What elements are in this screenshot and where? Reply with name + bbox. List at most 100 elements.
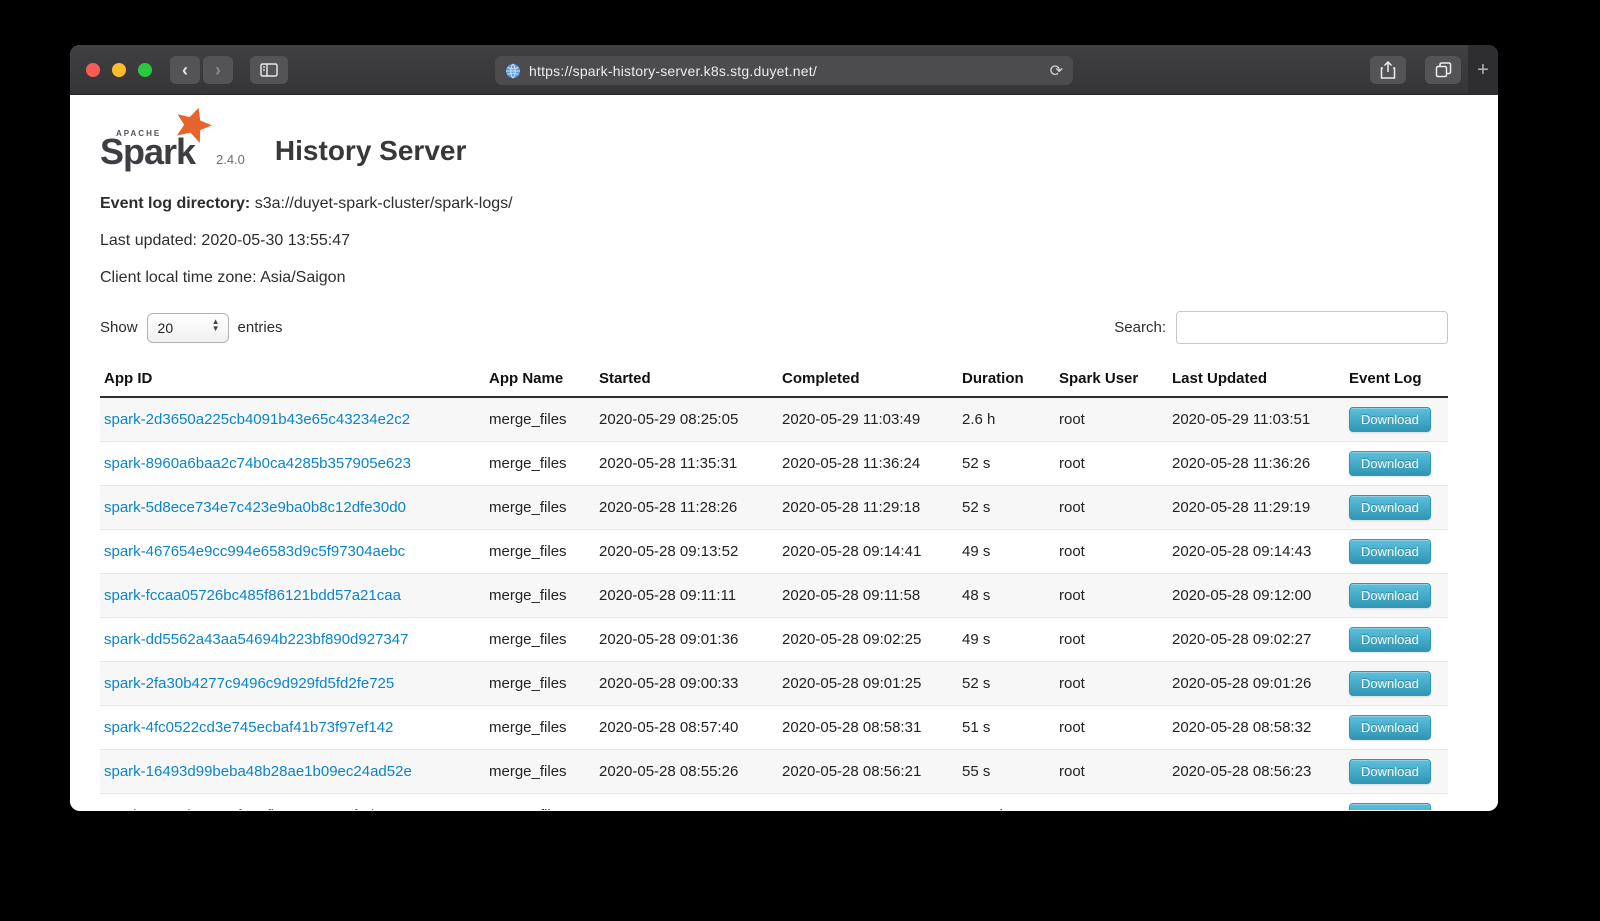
download-button[interactable]: Download (1349, 539, 1431, 564)
event-log-cell: Download (1345, 486, 1448, 530)
event-log-directory-value: s3a://duyet-spark-cluster/spark-logs/ (255, 195, 513, 212)
app-id-cell: spark-fccaa05726bc485f86121bdd57a21caa (100, 574, 485, 618)
started-cell: 2020-05-28 09:01:36 (595, 618, 778, 662)
entries-select[interactable]: 20 ▲▼ (147, 313, 229, 343)
url-text: https://spark-history-server.k8s.stg.duy… (529, 63, 817, 79)
column-header-spark-user[interactable]: Spark User (1055, 361, 1168, 397)
completed-cell: 2020-05-28 08:58:31 (778, 706, 958, 750)
table-row: spark-8960a6baa2c74b0ca4285b357905e623me… (100, 442, 1448, 486)
show-entries-group: Show 20 ▲▼ entries (100, 313, 283, 343)
download-button[interactable]: Download (1349, 759, 1431, 784)
address-bar[interactable]: https://spark-history-server.k8s.stg.duy… (495, 56, 1073, 85)
app-id-link[interactable]: spark-2fa30b4277c9496c9d929fd5fd2fe725 (104, 675, 394, 692)
completed-cell: 2020-05-28 09:14:41 (778, 530, 958, 574)
event-log-cell: Download (1345, 574, 1448, 618)
zoom-window-button[interactable] (138, 63, 152, 77)
updated-cell: 2020-05-28 09:01:26 (1168, 662, 1345, 706)
completed-cell: 2020-05-28 09:02:25 (778, 618, 958, 662)
spark-logo: APACHE Spark (100, 113, 202, 171)
event-log-cell: Download (1345, 794, 1448, 811)
table-row: spark-dd5562a43aa54694b223bf890d927347me… (100, 618, 1448, 662)
forward-button[interactable]: › (203, 56, 233, 84)
event-log-cell: Download (1345, 662, 1448, 706)
completed-cell: 2020-05-28 11:29:18 (778, 486, 958, 530)
app-id-cell: spark-467654e9cc994e6583d9c5f97304aebc (100, 530, 485, 574)
app-id-link[interactable]: spark-16493d99beba48b28ae1b09ec24ad52e (104, 763, 412, 780)
page-title: History Server (275, 135, 466, 171)
share-icon (1380, 61, 1396, 79)
app-id-link[interactable]: spark-2d3650a225cb4091b43e65c43234e2c2 (104, 411, 410, 428)
user-cell: root (1055, 397, 1168, 442)
tab-overview-button[interactable] (1425, 56, 1461, 84)
column-header-started[interactable]: Started (595, 361, 778, 397)
name-cell: merge_files (485, 662, 595, 706)
event-log-cell: Download (1345, 530, 1448, 574)
share-button[interactable] (1370, 56, 1406, 84)
app-id-link[interactable]: spark-467654e9cc994e6583d9c5f97304aebc (104, 543, 405, 560)
column-header-app-name[interactable]: App Name (485, 361, 595, 397)
search-input[interactable] (1176, 311, 1448, 344)
name-cell: merge_files (485, 794, 595, 811)
new-tab-button[interactable]: + (1468, 45, 1498, 95)
download-button[interactable]: Download (1349, 715, 1431, 740)
app-id-link[interactable]: spark-4fc0522cd3e745ecbaf41b73f97ef142 (104, 719, 393, 736)
column-header-completed[interactable]: Completed (778, 361, 958, 397)
name-cell: merge_files (485, 397, 595, 442)
spark-star-icon (172, 105, 214, 145)
app-id-cell: spark-16493d99beba48b28ae1b09ec24ad52e (100, 750, 485, 794)
app-id-cell: spark-2fa30b4277c9496c9d929fd5fd2fe725 (100, 662, 485, 706)
name-cell: merge_files (485, 530, 595, 574)
column-header-duration[interactable]: Duration (958, 361, 1055, 397)
updated-cell: 2020-05-28 08:55:30 (1168, 794, 1345, 811)
minimize-window-button[interactable] (112, 63, 126, 77)
started-cell: 2020-05-28 09:11:11 (595, 574, 778, 618)
download-button[interactable]: Download (1349, 803, 1431, 810)
table-row: spark-467654e9cc994e6583d9c5f97304aebc me… (100, 530, 1448, 574)
download-button[interactable]: Download (1349, 627, 1431, 652)
download-button[interactable]: Download (1349, 671, 1431, 696)
updated-cell: 2020-05-29 11:03:51 (1168, 397, 1345, 442)
app-id-link[interactable]: spark-8960a6baa2c74b0ca4285b357905e623 (104, 455, 411, 472)
app-id-link[interactable]: spark-dd5562a43aa54694b223bf890d927347 (104, 631, 408, 648)
entries-suffix-label: entries (238, 319, 283, 336)
download-button[interactable]: Download (1349, 407, 1431, 432)
column-header-app-id[interactable]: App ID (100, 361, 485, 397)
duration-cell: 51 s (958, 706, 1055, 750)
started-cell: 2020-05-28 11:28:26 (595, 486, 778, 530)
app-id-link[interactable]: spark-fccaa05726bc485f86121bdd57a21caa (104, 587, 401, 604)
applications-table: App IDApp NameStartedCompletedDurationSp… (100, 361, 1448, 810)
column-header-last-updated[interactable]: Last Updated (1168, 361, 1345, 397)
table-controls: Show 20 ▲▼ entries Search: (100, 311, 1448, 344)
app-id-cell: spark-87301b89320f4a3fb671a904c4fad799 (100, 794, 485, 811)
sidebar-toggle-button[interactable] (250, 56, 288, 84)
updated-cell: 2020-05-28 11:36:26 (1168, 442, 1345, 486)
globe-icon (505, 63, 521, 79)
app-id-link[interactable]: spark-5d8ece734e7c423e9ba0b8c12dfe30d0 (104, 499, 406, 516)
user-cell: root (1055, 750, 1168, 794)
name-cell: merge_files (485, 706, 595, 750)
updated-cell: 2020-05-28 08:58:32 (1168, 706, 1345, 750)
back-button[interactable]: ‹ (170, 56, 200, 84)
app-id-cell: spark-5d8ece734e7c423e9ba0b8c12dfe30d0 (100, 486, 485, 530)
forward-chevron-icon: › (215, 60, 221, 81)
started-cell: 2020-05-29 08:25:05 (595, 397, 778, 442)
download-button[interactable]: Download (1349, 583, 1431, 608)
download-button[interactable]: Download (1349, 495, 1431, 520)
event-log-directory-line: Event log directory: s3a://duyet-spark-c… (100, 195, 1448, 213)
event-log-directory-label: Event log directory: (100, 195, 250, 212)
name-cell: merge_files (485, 750, 595, 794)
app-id-link[interactable]: spark-87301b89320f4a3fb671a904c4fad799 (104, 807, 399, 810)
download-button[interactable]: Download (1349, 451, 1431, 476)
table-row: spark-2fa30b4277c9496c9d929fd5fd2fe725 me… (100, 662, 1448, 706)
search-label: Search: (1114, 319, 1166, 336)
app-id-cell: spark-4fc0522cd3e745ecbaf41b73f97ef142 (100, 706, 485, 750)
reload-icon[interactable]: ⟳ (1050, 61, 1063, 81)
entries-select-value: 20 (158, 320, 174, 336)
duration-cell: 52 s (958, 486, 1055, 530)
duration-cell: 2.6 h (958, 397, 1055, 442)
column-header-event-log[interactable]: Event Log (1345, 361, 1448, 397)
completed-cell: 2020-05-28 08:56:21 (778, 750, 958, 794)
started-cell: 2020-05-28 11:35:31 (595, 442, 778, 486)
close-window-button[interactable] (86, 63, 100, 77)
duration-cell: 49 s (958, 618, 1055, 662)
